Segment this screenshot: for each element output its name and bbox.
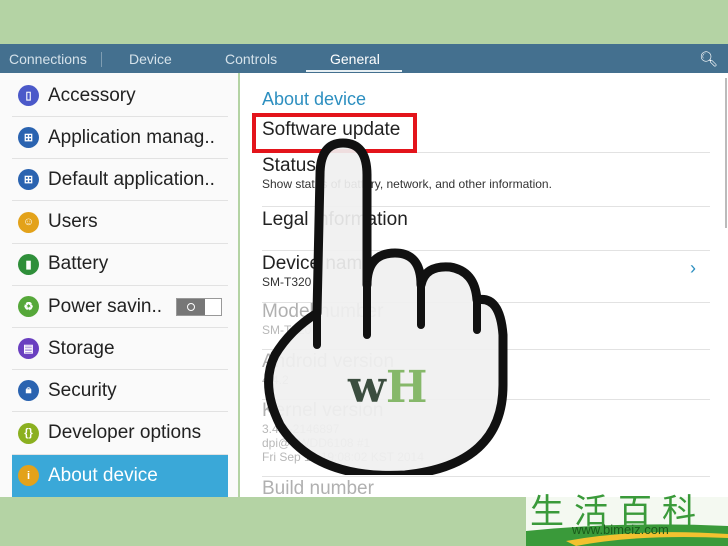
sidebar-item-label: Application manag.. — [48, 126, 215, 148]
sidebar-item-label: Accessory — [48, 84, 136, 106]
wikihow-logo: wH — [348, 362, 428, 413]
power-saving-icon: ♻ — [18, 296, 39, 317]
tab-connections[interactable]: Connections — [9, 51, 87, 67]
tab-bar: Connections Device Controls General 🔍︎ — [0, 44, 728, 73]
tab-device[interactable]: Device — [129, 51, 172, 67]
info-icon: i — [18, 465, 39, 487]
sidebar-item-about-device[interactable]: i About device — [12, 454, 228, 497]
scrollbar[interactable] — [725, 78, 727, 228]
storage-icon: ▤ — [18, 338, 39, 360]
sidebar-item-label: Power savin.. — [48, 295, 163, 317]
apps-grid-icon: ⊞ — [18, 127, 39, 149]
sidebar-item-label: Developer options — [48, 422, 202, 444]
sidebar-item-label: Default application.. — [48, 168, 215, 190]
tab-general[interactable]: General — [330, 51, 380, 67]
sidebar-item-battery[interactable]: ▮ Battery — [12, 244, 228, 286]
sidebar-item-label: Battery — [48, 253, 109, 275]
battery-icon: ▮ — [18, 253, 39, 275]
sidebar: ▯ Accessory ⊞ Application manag.. ⊞ Default a… — [0, 73, 238, 497]
sidebar-item-accessory[interactable]: ▯ Accessory — [12, 75, 228, 117]
sidebar-item-label: Users — [48, 211, 98, 233]
sidebar-item-security[interactable]: 🔒︎ Security — [12, 370, 228, 413]
sidebar-item-application-manag[interactable]: ⊞ Application manag.. — [12, 117, 228, 160]
section-header: About device — [262, 89, 367, 109]
chevron-right-icon: › — [690, 258, 696, 278]
users-icon: ☺ — [18, 211, 39, 233]
sidebar-item-users[interactable]: ☺ Users — [12, 202, 228, 244]
search-icon[interactable]: 🔍︎ — [699, 50, 718, 68]
sidebar-item-storage[interactable]: ▤ Storage — [12, 328, 228, 371]
tab-divider — [101, 52, 102, 67]
sidebar-item-default-application[interactable]: ⊞ Default application.. — [12, 159, 228, 202]
default-apps-icon: ⊞ — [18, 169, 39, 191]
tab-controls[interactable]: Controls — [225, 51, 277, 67]
sidebar-item-power-savin[interactable]: ♻ Power savin.. — [12, 286, 228, 328]
power-saving-toggle[interactable] — [176, 297, 222, 316]
sidebar-item-label: Storage — [48, 337, 115, 359]
sidebar-item-label: Security — [48, 379, 117, 401]
accessory-icon: ▯ — [18, 85, 39, 106]
active-tab-indicator — [306, 70, 402, 72]
developer-icon: {} — [18, 422, 39, 444]
lock-icon: 🔒︎ — [18, 380, 39, 402]
watermark-url: www.bimeiz.com — [572, 522, 669, 537]
pointing-hand-icon — [264, 138, 508, 475]
sidebar-item-label: About device — [48, 464, 158, 486]
sidebar-item-developer-options[interactable]: {} Developer options — [12, 413, 228, 455]
